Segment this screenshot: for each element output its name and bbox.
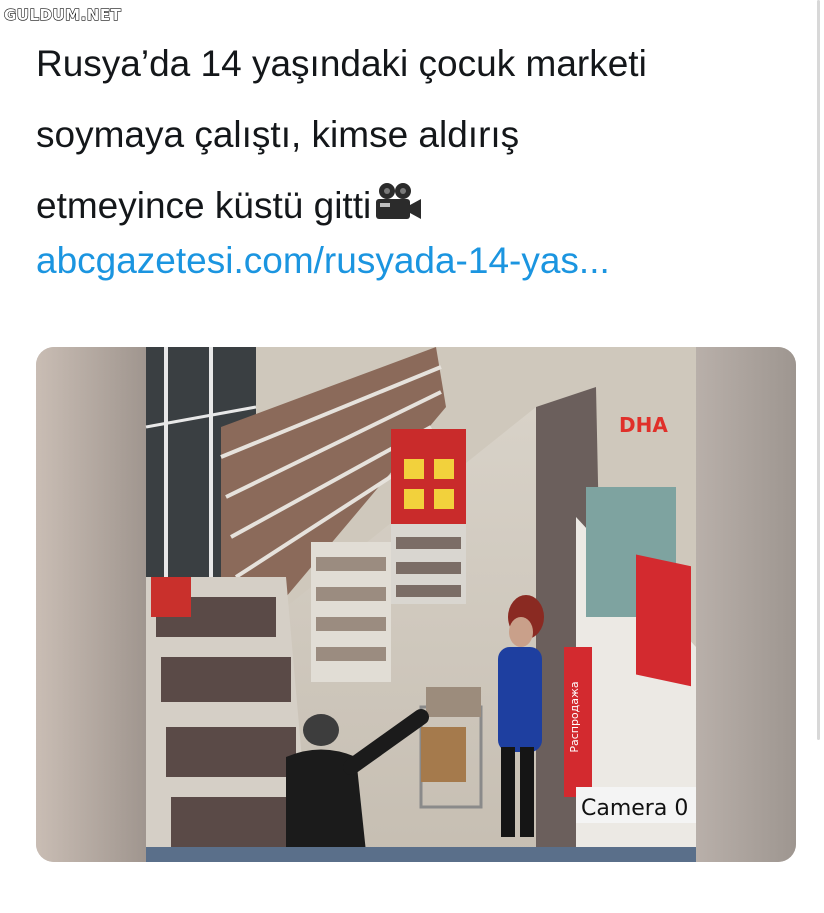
- sale-sign: Распродажа: [568, 681, 581, 752]
- article-link[interactable]: abcgazetesi.com/rusyada-14-yas...: [36, 236, 610, 286]
- site-watermark: GULDUM.NET: [3, 5, 122, 24]
- tweet-text-line: soymaya çalıştı, kimse aldırış: [36, 114, 520, 155]
- scrollbar[interactable]: [817, 0, 820, 740]
- tweet-text-line: etmeyince küstü gitti: [36, 170, 806, 245]
- tweet-text: Rusya’da 14 yaşındaki çocuk marketi soym…: [36, 28, 806, 245]
- store-scene: Распродажа: [145, 347, 696, 862]
- tweet-text-line: Rusya’da 14 yaşındaki çocuk marketi: [36, 43, 647, 84]
- video-camera-icon: [373, 174, 423, 245]
- camera-label: Camera 0: [581, 796, 688, 821]
- video-thumbnail[interactable]: Распродажа DHA Camera 0: [36, 347, 796, 862]
- broadcaster-logo: DHA: [619, 413, 668, 437]
